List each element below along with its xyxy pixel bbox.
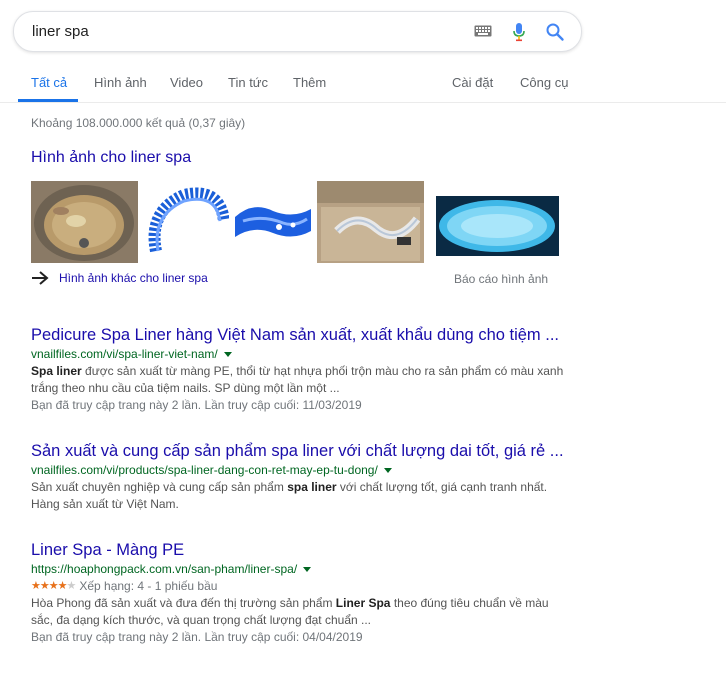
keyboard-icon[interactable]	[474, 25, 492, 37]
result-title-link[interactable]: Liner Spa - Màng PE	[31, 540, 631, 560]
images-heading-link[interactable]: Hình ảnh cho liner spa	[31, 149, 191, 167]
url-dropdown-arrow-icon[interactable]	[383, 467, 392, 473]
star-rating-icon: ★★★★★	[31, 580, 76, 592]
more-images-link[interactable]: Hình ảnh khác cho liner spa	[31, 271, 208, 285]
result-url: vnailfiles.com/vi/spa-liner-viet-nam/	[31, 345, 631, 363]
result-snippet: Sản xuất chuyên nghiệp và cung cấp sản p…	[31, 479, 571, 513]
result-snippet: Hòa Phong đã sản xuất và đưa đến thị trư…	[31, 595, 571, 629]
more-images-label: Hình ảnh khác cho liner spa	[59, 271, 208, 285]
result-url-text: https://hoaphongpack.com.vn/san-pham/lin…	[31, 562, 298, 576]
tab-news[interactable]: Tin tức	[228, 75, 268, 90]
tab-all[interactable]: Tất cả	[31, 75, 67, 90]
rating-text: Xếp hạng: 4 - 1 phiếu bầu	[79, 579, 218, 593]
search-box[interactable]: liner spa	[13, 11, 582, 52]
tab-tools[interactable]: Công cụ	[520, 75, 568, 90]
result-snippet: Spa liner được sản xuất từ màng PE, thổi…	[31, 363, 571, 397]
url-dropdown-arrow-icon[interactable]	[223, 351, 232, 357]
tab-settings[interactable]: Cài đặt	[452, 75, 493, 90]
tab-images[interactable]: Hình ảnh	[94, 75, 147, 90]
snippet-text: được sản xuất từ màng PE, thổi từ hạt nh…	[31, 364, 564, 395]
microphone-icon[interactable]	[512, 22, 526, 42]
tab-more[interactable]: Thêm	[293, 75, 326, 90]
search-result: Liner Spa - Màng PE https://hoaphongpack…	[31, 540, 631, 646]
tab-video[interactable]: Video	[170, 75, 203, 90]
snippet-highlight: Spa liner	[31, 364, 82, 378]
url-dropdown-arrow-icon[interactable]	[303, 566, 312, 572]
image-thumbnail[interactable]	[144, 181, 229, 263]
result-url: https://hoaphongpack.com.vn/san-pham/lin…	[31, 560, 631, 578]
image-thumbnail[interactable]	[233, 181, 313, 263]
result-stats: Khoảng 108.000.000 kết quả (0,37 giây)	[31, 116, 246, 130]
snippet-highlight: Liner Spa	[335, 596, 391, 610]
visit-history: Bạn đã truy cập trang này 2 lần. Lần tru…	[31, 398, 362, 412]
result-title-link[interactable]: Pedicure Spa Liner hàng Việt Nam sản xuấ…	[31, 325, 631, 345]
search-input[interactable]: liner spa	[32, 23, 89, 40]
image-thumbnail[interactable]	[31, 181, 138, 263]
search-result: Pedicure Spa Liner hàng Việt Nam sản xuấ…	[31, 325, 631, 414]
snippet-text: Sản xuất chuyên nghiệp và cung cấp sản p…	[31, 480, 288, 494]
snippet-text: Hòa Phong đã sản xuất và đưa đến thị trư…	[31, 596, 336, 610]
rating-row: ★★★★★ Xếp hạng: 4 - 1 phiếu bầu	[31, 578, 631, 595]
result-url-text: vnailfiles.com/vi/spa-liner-viet-nam/	[31, 347, 218, 361]
snippet-highlight: spa liner	[287, 480, 337, 494]
result-url: vnailfiles.com/vi/products/spa-liner-dan…	[31, 461, 631, 479]
divider	[0, 102, 726, 103]
result-url-text: vnailfiles.com/vi/products/spa-liner-dan…	[31, 463, 378, 477]
search-tabs: Tất cả Hình ảnh Video Tin tức Thêm Cài đ…	[0, 62, 726, 102]
search-icon[interactable]	[545, 22, 565, 42]
search-result: Sản xuất và cung cấp sản phẩm spa liner …	[31, 441, 631, 513]
image-thumbnail[interactable]	[436, 196, 559, 256]
result-title-link[interactable]: Sản xuất và cung cấp sản phẩm spa liner …	[31, 441, 631, 461]
arrow-right-icon	[32, 271, 49, 285]
image-thumbnail[interactable]	[317, 181, 424, 263]
report-images-link[interactable]: Báo cáo hình ảnh	[454, 272, 548, 286]
visit-history: Bạn đã truy cập trang này 2 lần. Lần tru…	[31, 630, 363, 644]
